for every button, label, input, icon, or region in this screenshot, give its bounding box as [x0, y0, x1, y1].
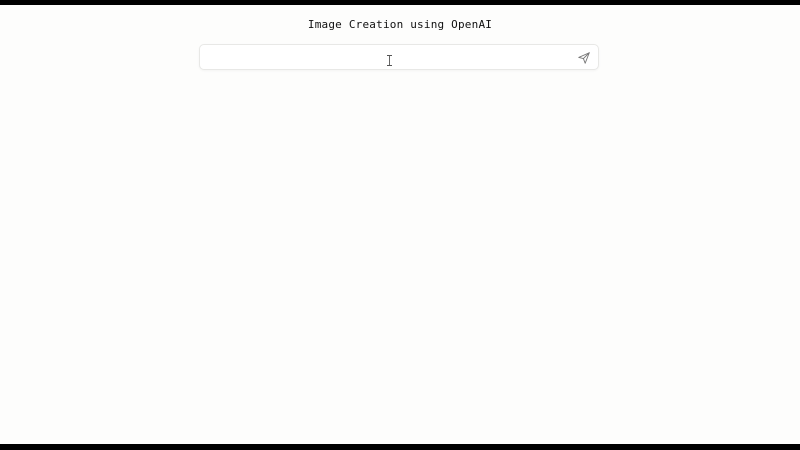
send-icon	[578, 52, 590, 64]
page-title: Image Creation using OpenAI	[307, 18, 493, 31]
text-cursor-icon	[387, 55, 392, 66]
send-button[interactable]	[576, 50, 592, 66]
prompt-bar	[199, 44, 599, 70]
app-viewport: Image Creation using OpenAI	[0, 5, 800, 444]
